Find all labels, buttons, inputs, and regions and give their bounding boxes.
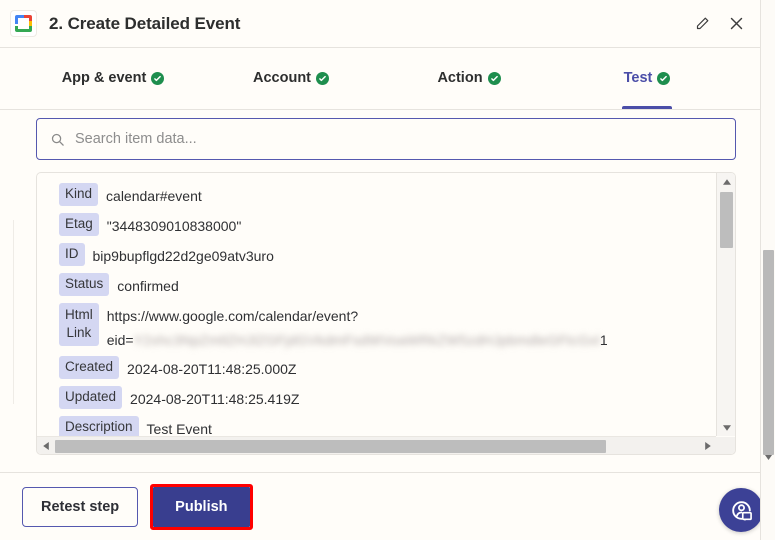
html-link-line-1: https://www.google.com/calendar/event? xyxy=(106,308,359,324)
data-row-value: bip9bupflgd22d2ge09atv3uro xyxy=(92,248,274,264)
publish-button[interactable]: Publish xyxy=(153,486,250,527)
close-icon[interactable] xyxy=(726,14,746,34)
scrollbar-corner xyxy=(716,437,735,454)
data-row-label: Updated xyxy=(59,386,123,409)
data-row-etag: Etag "3448309010838000" xyxy=(37,211,716,241)
page-vertical-scrollbar[interactable] xyxy=(760,0,775,540)
item-data-horizontal-scrollbar[interactable] xyxy=(37,436,735,454)
step-header: 2. Create Detailed Event xyxy=(0,0,760,48)
google-calendar-icon xyxy=(10,10,37,37)
triangle-left-icon[interactable] xyxy=(37,437,54,454)
data-row-label: Etag xyxy=(59,213,99,236)
data-row-created: Created 2024-08-20T11:48:25.000Z xyxy=(37,354,716,384)
item-data-vertical-scrollbar[interactable] xyxy=(716,173,735,436)
check-circle-icon xyxy=(657,72,671,85)
html-link-eid-suffix: 1 xyxy=(599,332,608,348)
check-circle-icon xyxy=(151,72,165,85)
data-row-label: Html Link xyxy=(59,303,99,346)
tab-app-and-event[interactable]: App & event xyxy=(24,48,202,109)
data-row-label: Kind xyxy=(59,183,99,206)
tab-label: Action xyxy=(437,69,483,86)
data-row-html-link: Html Link https://www.google.com/calendar… xyxy=(37,301,716,354)
tab-label: App & event xyxy=(61,69,147,86)
data-row-label: Description xyxy=(59,416,139,436)
data-row-label: Created xyxy=(59,356,120,379)
triangle-down-icon[interactable] xyxy=(717,419,735,436)
html-link-line-2: eid= Y2xhc3NpZmllZHJlZGFjdGVkdmFsdWVoaWRk… xyxy=(107,328,608,352)
html-link-eid-prefix: eid= xyxy=(106,332,134,348)
tab-label: Account xyxy=(253,69,311,86)
triangle-right-icon[interactable] xyxy=(699,437,716,454)
panel-left-gutter xyxy=(0,220,14,404)
header-actions xyxy=(692,14,748,34)
publish-button-highlight: Publish xyxy=(150,483,253,530)
tab-action[interactable]: Action xyxy=(380,48,558,109)
tab-label: Test xyxy=(623,69,653,86)
vertical-scrollbar-thumb[interactable] xyxy=(720,192,733,248)
active-tab-underline xyxy=(622,106,672,109)
html-link-eid-redacted: Y2xhc3NpZmllZHJlZGFjdGVkdmFsdWVoaWRkZW5z… xyxy=(133,332,600,348)
support-chat-icon[interactable] xyxy=(719,488,763,532)
page-title: 2. Create Detailed Event xyxy=(49,13,241,33)
data-row-id: ID bip9bupflgd22d2ge09atv3uro xyxy=(37,241,716,271)
data-row-value: "3448309010838000" xyxy=(106,218,242,234)
data-row-value: 2024-08-20T11:48:25.000Z xyxy=(127,361,297,377)
data-row-value: 2024-08-20T11:48:25.419Z xyxy=(130,391,300,407)
data-row-value: Test Event xyxy=(146,421,212,436)
search-icon xyxy=(49,131,65,147)
check-circle-icon xyxy=(487,72,501,85)
check-circle-icon xyxy=(316,72,329,85)
data-row-value: confirmed xyxy=(117,278,179,294)
item-data-card: Kind calendar#event Etag "34483090108380… xyxy=(36,172,736,455)
step-tabs: App & event Account Action Test xyxy=(0,48,760,110)
data-row-description: Description Test Event xyxy=(37,414,716,436)
tab-account[interactable]: Account xyxy=(202,48,380,109)
zap-editor-window: 2. Create Detailed Event App & event Acc… xyxy=(0,0,775,540)
retest-step-button[interactable]: Retest step xyxy=(22,486,139,527)
data-row-kind: Kind calendar#event xyxy=(37,181,716,211)
triangle-up-icon[interactable] xyxy=(717,173,735,190)
search-input[interactable] xyxy=(75,131,723,147)
item-data-list: Kind calendar#event Etag "34483090108380… xyxy=(37,173,716,436)
tab-test[interactable]: Test xyxy=(558,48,736,109)
data-row-value: calendar#event xyxy=(106,188,202,204)
data-row-label: Status xyxy=(59,273,110,296)
page-scrollbar-thumb[interactable] xyxy=(763,250,774,455)
test-panel: Kind calendar#event Etag "34483090108380… xyxy=(0,110,760,472)
pencil-icon[interactable] xyxy=(692,14,712,34)
data-row-label: ID xyxy=(59,243,85,266)
triangle-down-icon[interactable] xyxy=(761,450,775,465)
data-row-updated: Updated 2024-08-20T11:48:25.419Z xyxy=(37,384,716,414)
data-row-value: https://www.google.com/calendar/event? e… xyxy=(107,303,608,352)
horizontal-scrollbar-thumb[interactable] xyxy=(55,440,606,453)
data-row-status: Status confirmed xyxy=(37,271,716,301)
step-footer: Retest step Publish xyxy=(0,472,760,540)
search-field[interactable] xyxy=(36,118,736,160)
